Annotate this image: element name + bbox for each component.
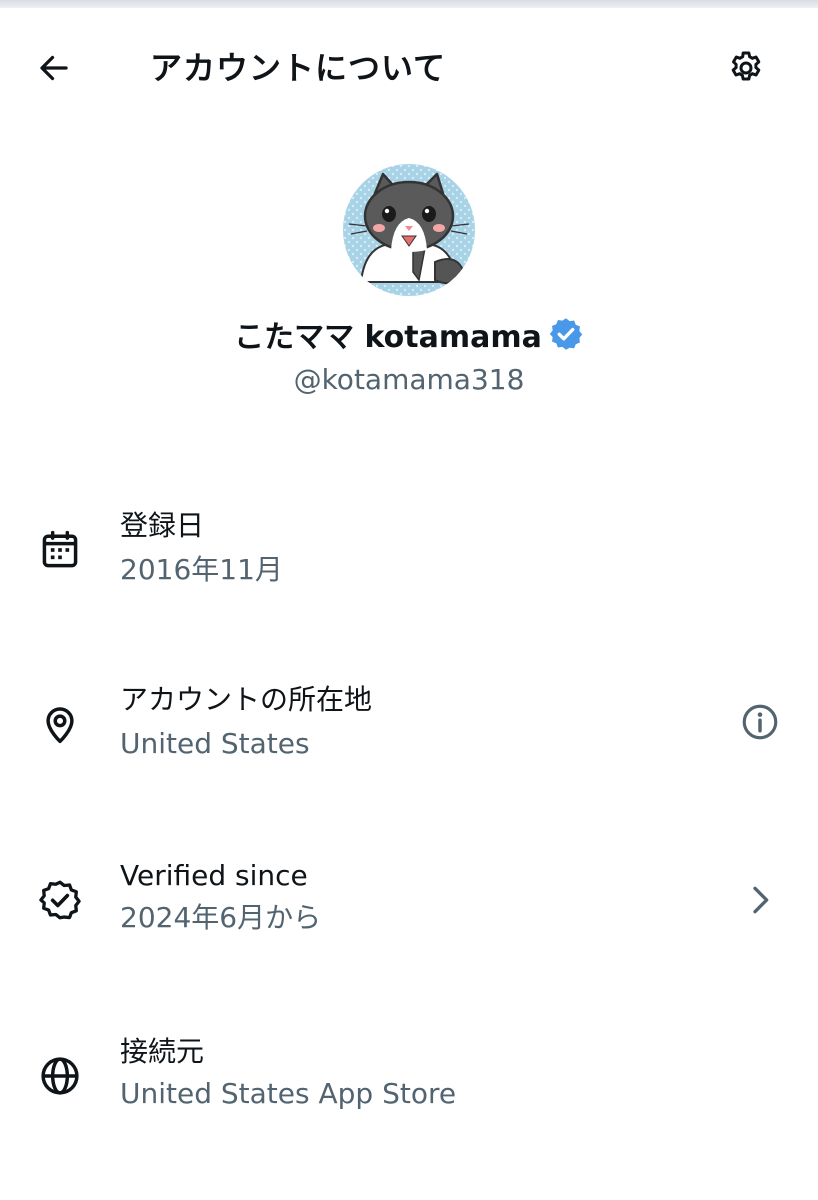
info-row-verified[interactable]: Verified since 2024年6月から — [0, 856, 818, 956]
row-title: アカウントの所在地 — [120, 683, 373, 716]
display-name-row: こたママ kotamama — [0, 310, 818, 358]
cat-avatar-icon — [343, 164, 475, 296]
row-title: 接続元 — [120, 1035, 205, 1068]
row-title: Verified since — [120, 859, 308, 892]
handle: @kotamama318 — [293, 363, 525, 396]
row-value: United States — [120, 727, 310, 760]
gear-icon — [731, 51, 761, 81]
location-pin-icon — [36, 700, 84, 748]
calendar-icon — [36, 526, 84, 574]
settings-button[interactable] — [720, 46, 772, 90]
row-value: United States App Store — [120, 1077, 457, 1110]
row-title: 登録日 — [120, 509, 205, 542]
display-name: こたママ kotamama — [234, 320, 542, 355]
info-row-joined: 登録日 2016年11月 — [0, 506, 818, 606]
verified-badge-icon[interactable] — [548, 316, 584, 352]
back-button[interactable] — [28, 46, 80, 90]
avatar[interactable] — [343, 164, 475, 296]
info-row-connected-via: 接続元 United States App Store — [0, 1032, 818, 1132]
globe-icon — [36, 1052, 84, 1100]
chevron-right-icon[interactable] — [736, 876, 784, 924]
info-row-location: アカウントの所在地 United States — [0, 680, 818, 780]
arrow-left-icon — [40, 55, 68, 81]
status-bar-edge — [0, 0, 818, 8]
page-title: アカウントについて — [150, 49, 447, 87]
header: アカウントについて — [0, 8, 818, 126]
row-value: 2024年6月から — [120, 901, 322, 934]
info-circle-icon[interactable] — [736, 698, 784, 746]
verified-badge-outline-icon — [36, 876, 84, 924]
row-value: 2016年11月 — [120, 553, 283, 586]
